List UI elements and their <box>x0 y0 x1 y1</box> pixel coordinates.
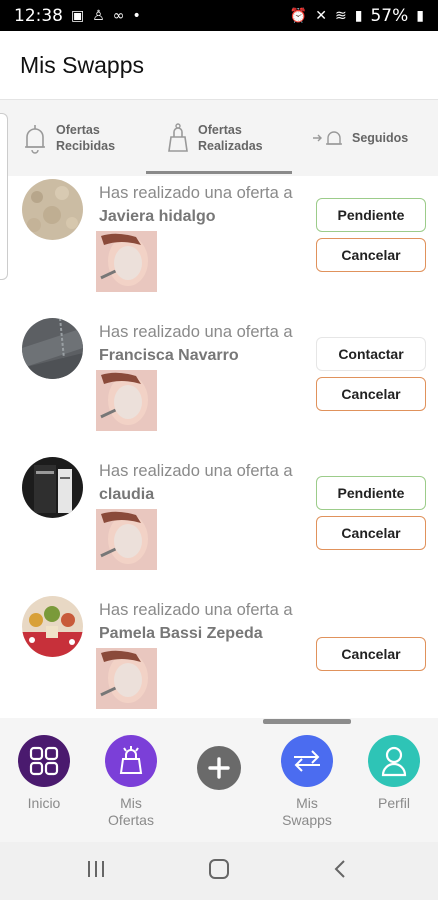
alarm-icon: ⏰ <box>289 7 308 24</box>
follow-bell-icon <box>313 131 342 145</box>
battery-icon: ▮ <box>416 7 424 24</box>
nav-mis-swapps[interactable]: Mis Swapps <box>281 735 333 829</box>
cancel-button[interactable]: Cancelar <box>316 637 426 671</box>
grid-icon <box>18 735 70 787</box>
signal-icon: ▮ <box>354 7 363 24</box>
offer-text: Has realizado una oferta a <box>99 323 293 341</box>
nav-perfil[interactable]: Perfil <box>368 735 420 812</box>
contact-button[interactable]: Contactar <box>316 337 426 371</box>
person-icon <box>368 735 420 787</box>
home-icon[interactable] <box>208 858 230 885</box>
nav-inicio-label: Inicio <box>27 795 61 811</box>
list-item: Has realizado una oferta a Francisca Nav… <box>0 315 438 454</box>
page-title: Mis Swapps <box>20 52 144 78</box>
user-name[interactable]: claudia <box>99 486 154 504</box>
wifi-icon: ≋ <box>335 7 347 24</box>
nav-mis-ofertas-label: Mis Ofertas <box>108 795 154 828</box>
nav-perfil-label: Perfil <box>378 795 410 811</box>
nav-mis-swapps-label: Mis Swapps <box>282 795 332 828</box>
product-thumbnail[interactable] <box>96 231 157 292</box>
avatar[interactable] <box>22 596 83 657</box>
app-bar: Mis Swapps <box>0 31 438 100</box>
product-thumbnail[interactable] <box>96 370 157 431</box>
list-item: Has realizado una oferta a Javiera hidal… <box>0 176 438 315</box>
avatar[interactable] <box>22 179 83 240</box>
tab-seguidos[interactable]: Seguidos <box>312 100 408 176</box>
swap-arrows-icon <box>281 735 333 787</box>
active-tab-indicator <box>146 171 292 174</box>
back-icon[interactable] <box>332 858 348 885</box>
avatar[interactable] <box>22 457 83 518</box>
nav-mis-ofertas[interactable]: Mis Ofertas <box>105 735 157 829</box>
cancel-button[interactable]: Cancelar <box>316 238 426 272</box>
dot-icon: • <box>132 7 141 24</box>
tab-bar: Ofertas Recibidas Ofertas Realizadas Seg… <box>0 100 438 176</box>
figure-notification-icon: ♙ <box>92 7 105 24</box>
list-item: Has realizado una oferta a claudia Pendi… <box>0 454 438 593</box>
user-name[interactable]: Pamela Bassi Zepeda <box>99 625 263 643</box>
nav-inicio[interactable]: Inicio <box>18 735 70 812</box>
status-time: 12:38 <box>14 5 63 26</box>
recent-apps-icon[interactable] <box>86 858 106 885</box>
offers-list: Has realizado una oferta a Javiera hidal… <box>0 176 438 718</box>
bag-icon <box>105 735 157 787</box>
list-item: Has realizado una oferta a Pamela Bassi … <box>0 593 438 718</box>
tab-ofertas-realizadas[interactable]: Ofertas Realizadas <box>166 100 268 176</box>
side-drawer-handle[interactable] <box>0 113 8 280</box>
cancel-button[interactable]: Cancelar <box>316 377 426 411</box>
bag-icon <box>168 123 188 152</box>
cancel-button[interactable]: Cancelar <box>316 516 426 550</box>
bottom-navigation: Inicio Mis Ofertas Mis Swapps Perfil <box>0 718 438 842</box>
status-button[interactable]: Pendiente <box>316 476 426 510</box>
user-name[interactable]: Javiera hidalgo <box>99 208 216 226</box>
offer-text: Has realizado una oferta a <box>99 601 293 619</box>
product-thumbnail[interactable] <box>96 648 157 709</box>
status-button[interactable]: Pendiente <box>316 198 426 232</box>
offer-text: Has realizado una oferta a <box>99 184 293 202</box>
image-notification-icon: ▣ <box>71 7 85 24</box>
offer-text: Has realizado una oferta a <box>99 462 293 480</box>
tab-ofertas-realizadas-label: Ofertas Realizadas <box>198 123 263 153</box>
product-thumbnail[interactable] <box>96 509 157 570</box>
system-navigation-bar <box>0 842 438 900</box>
tab-ofertas-recibidas-label: Ofertas Recibidas <box>56 123 116 153</box>
voicemail-icon: ∞ <box>112 7 125 24</box>
status-bar: 12:38 ▣ ♙ ∞ • ⏰ ✕ ≋ ▮ 57% ▮ <box>0 0 438 31</box>
plus-icon <box>197 746 241 790</box>
tab-ofertas-recibidas[interactable]: Ofertas Recibidas <box>22 100 126 176</box>
user-name[interactable]: Francisca Navarro <box>99 347 239 365</box>
battery-level: 57% <box>370 5 409 26</box>
tab-seguidos-label: Seguidos <box>352 131 409 145</box>
avatar[interactable] <box>22 318 83 379</box>
bell-icon <box>25 125 45 154</box>
scroll-indicator <box>263 719 351 724</box>
nav-add[interactable] <box>197 746 241 790</box>
mute-icon: ✕ <box>315 7 328 24</box>
